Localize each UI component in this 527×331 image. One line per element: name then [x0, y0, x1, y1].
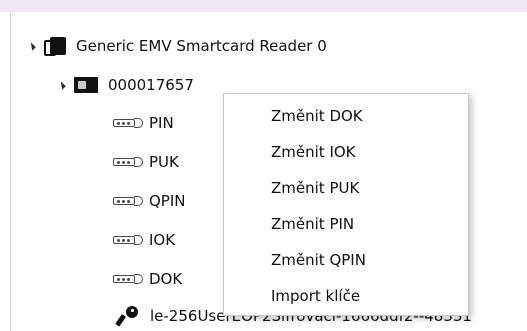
top-strip: [0, 0, 527, 12]
pin-code-icon: [113, 233, 143, 247]
pin-code-icon: [113, 272, 143, 286]
menu-item-import-key[interactable]: Import klíče: [224, 278, 468, 314]
pin-code-icon: [113, 194, 143, 208]
menu-item-change-qpin[interactable]: Změnit QPIN: [224, 242, 468, 278]
tree-item-label: QPIN: [149, 192, 186, 210]
menu-item-label: Změnit PIN: [271, 215, 355, 233]
expanded-caret-icon[interactable]: [27, 41, 36, 51]
menu-item-change-pin[interactable]: Změnit PIN: [224, 206, 468, 242]
context-menu: Změnit DOK Změnit IOK Změnit PUK Změnit …: [223, 93, 469, 316]
menu-item-label: Změnit QPIN: [271, 251, 366, 269]
tree-item-iok[interactable]: IOK: [113, 225, 175, 255]
menu-item-change-iok[interactable]: Změnit IOK: [224, 134, 468, 170]
tree-item-label: PIN: [149, 114, 174, 132]
expanded-caret-icon[interactable]: [57, 80, 66, 90]
menu-item-label: Změnit DOK: [271, 107, 363, 125]
menu-item-change-dok[interactable]: Změnit DOK: [224, 98, 468, 134]
reader-label: Generic EMV Smartcard Reader 0: [76, 37, 327, 55]
smartcard-reader-icon: [44, 37, 66, 56]
menu-item-change-puk[interactable]: Změnit PUK: [224, 170, 468, 206]
tree-item-pin[interactable]: PIN: [113, 108, 174, 138]
tree-item-puk[interactable]: PUK: [113, 147, 179, 177]
tree-node-card[interactable]: 000017657: [57, 70, 194, 100]
card-label: 000017657: [108, 76, 194, 94]
key-icon: [115, 306, 140, 327]
menu-item-label: Změnit PUK: [271, 179, 360, 197]
menu-item-label: Změnit IOK: [271, 143, 356, 161]
tree-item-label: IOK: [149, 231, 176, 249]
pin-code-icon: [113, 155, 143, 169]
tree-item-label: PUK: [149, 153, 179, 171]
smartcard-chip-icon: [74, 77, 98, 93]
tree-item-label: DOK: [149, 270, 183, 288]
menu-item-label: Import klíče: [271, 287, 361, 305]
tree-item-dok[interactable]: DOK: [113, 264, 182, 294]
tree-item-qpin[interactable]: QPIN: [113, 186, 186, 216]
pin-code-icon: [113, 116, 143, 130]
tree-node-reader[interactable]: Generic EMV Smartcard Reader 0: [27, 31, 327, 61]
